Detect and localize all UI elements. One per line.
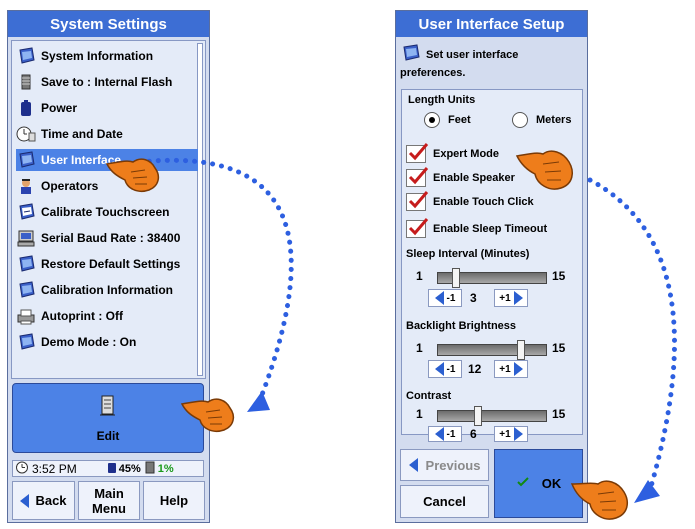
sleep-min: 1 [416, 269, 423, 283]
system-settings-title: System Settings [8, 11, 209, 37]
list-item-system-information[interactable]: System Information [16, 45, 153, 67]
checkbox-enable-speaker[interactable]: Enable Speaker [406, 167, 515, 187]
handheld-icon [16, 255, 36, 273]
slider-thumb[interactable] [474, 406, 482, 426]
arrow-left-icon [408, 458, 418, 472]
settings-area: Length Units Feet Meters Expert Mode Ena… [401, 89, 583, 442]
contrast-slider[interactable] [437, 406, 547, 426]
handheld-icon [400, 44, 422, 66]
backlight-min: 1 [416, 341, 423, 355]
arrow-head [247, 391, 270, 412]
contrast-min: 1 [416, 407, 423, 421]
list-item-demo-mode[interactable]: Demo Mode : On [16, 331, 136, 353]
pointing-hand-icon [105, 158, 160, 192]
help-button[interactable]: Help [143, 481, 205, 520]
arrow-left-icon [20, 493, 30, 508]
contrast-max: 15 [552, 407, 566, 421]
checkmark-icon [406, 143, 429, 163]
slider-thumb[interactable] [452, 268, 460, 288]
list-scrollbar[interactable] [197, 43, 203, 376]
settings-list: System Information Save to : Internal Fl… [11, 40, 206, 379]
battery-icon [107, 461, 117, 477]
arrow-left-icon [434, 291, 444, 305]
backlight-increment-button[interactable]: +1 [494, 360, 528, 378]
edit-icon [98, 393, 118, 419]
handheld-icon [16, 333, 36, 351]
checkmark-icon [516, 476, 530, 491]
cancel-button[interactable]: Cancel [400, 485, 489, 518]
clock-icon [16, 461, 30, 477]
back-button[interactable]: Back [12, 481, 75, 520]
list-item-serial-baud-rate[interactable]: Serial Baud Rate : 38400 [16, 227, 180, 249]
status-memory: 1% [157, 462, 174, 475]
memory-card-icon [145, 461, 155, 477]
slider-thumb[interactable] [517, 340, 525, 360]
computer-icon [16, 229, 36, 247]
handheld-icon [16, 151, 36, 169]
list-item-operators[interactable]: Operators [16, 175, 98, 197]
list-item-calibration-information[interactable]: Calibration Information [16, 279, 173, 301]
handheld-icon [16, 281, 36, 299]
sleep-max: 15 [552, 269, 566, 283]
handheld-icon [16, 47, 36, 65]
radio-unselected-icon [512, 112, 528, 128]
list-item-power[interactable]: Power [16, 97, 77, 119]
arrow-left-icon [434, 362, 444, 376]
pointing-hand-icon [180, 398, 235, 432]
dotted-arrow [587, 177, 677, 493]
system-settings-panel: System Settings System Information Save … [7, 10, 210, 523]
backlight-slider[interactable] [437, 340, 547, 360]
length-units-label: Length Units [408, 94, 476, 106]
previous-button[interactable]: Previous [400, 449, 489, 481]
contrast-label: Contrast [406, 390, 452, 402]
pointing-hand-icon [570, 480, 629, 520]
backlight-decrement-button[interactable]: -1 [428, 360, 462, 378]
arrow-head [634, 480, 660, 503]
operator-icon [16, 177, 36, 195]
status-bar: 3:52 PM 45% 1% [12, 460, 204, 477]
radio-feet[interactable]: Feet [424, 112, 471, 128]
radio-selected-icon [424, 112, 440, 128]
backlight-label: Backlight Brightness [406, 320, 517, 332]
contrast-decrement-button[interactable]: -1 [428, 426, 462, 442]
arrow-right-icon [513, 427, 523, 441]
contrast-increment-button[interactable]: +1 [494, 426, 528, 442]
intro: Set user interface preferences. [400, 44, 584, 80]
memory-card-icon [16, 73, 36, 91]
checkbox-expert-mode[interactable]: Expert Mode [406, 143, 499, 163]
touchscreen-icon [16, 203, 36, 221]
arrow-left-icon [434, 427, 444, 441]
sleep-decrement-button[interactable]: -1 [428, 289, 462, 307]
sleep-increment-button[interactable]: +1 [494, 289, 528, 307]
list-item-time-and-date[interactable]: Time and Date [16, 123, 123, 145]
backlight-value: 12 [468, 362, 482, 376]
clock-icon [16, 125, 36, 143]
backlight-max: 15 [552, 341, 566, 355]
user-interface-setup-title: User Interface Setup [396, 11, 587, 37]
list-item-autoprint[interactable]: Autoprint : Off [16, 305, 123, 327]
sleep-interval-label: Sleep Interval (Minutes) [406, 248, 530, 260]
sleep-value: 3 [470, 291, 477, 305]
sleep-slider[interactable] [437, 268, 547, 288]
contrast-value: 6 [470, 427, 477, 441]
edit-button[interactable]: Edit [12, 383, 204, 453]
user-interface-setup-panel: User Interface Setup Set user interface … [395, 10, 588, 523]
checkmark-icon [406, 167, 429, 187]
pointing-hand-icon [515, 150, 574, 190]
arrow-right-icon [513, 291, 523, 305]
radio-meters[interactable]: Meters [512, 112, 571, 128]
printer-icon [16, 307, 36, 325]
list-item-restore-defaults[interactable]: Restore Default Settings [16, 253, 180, 275]
checkmark-icon [406, 218, 429, 238]
main-menu-button[interactable]: Main Menu [78, 481, 140, 520]
checkmark-icon [406, 191, 429, 211]
status-battery: 45% [118, 462, 141, 475]
battery-icon [16, 99, 36, 117]
list-item-calibrate-touchscreen[interactable]: Calibrate Touchscreen [16, 201, 169, 223]
arrow-right-icon [513, 362, 523, 376]
checkbox-enable-sleep-timeout[interactable]: Enable Sleep Timeout [406, 218, 547, 238]
checkbox-enable-touch-click[interactable]: Enable Touch Click [406, 191, 534, 211]
list-item-save-to[interactable]: Save to : Internal Flash [16, 71, 172, 93]
status-time: 3:52 PM [32, 461, 77, 476]
